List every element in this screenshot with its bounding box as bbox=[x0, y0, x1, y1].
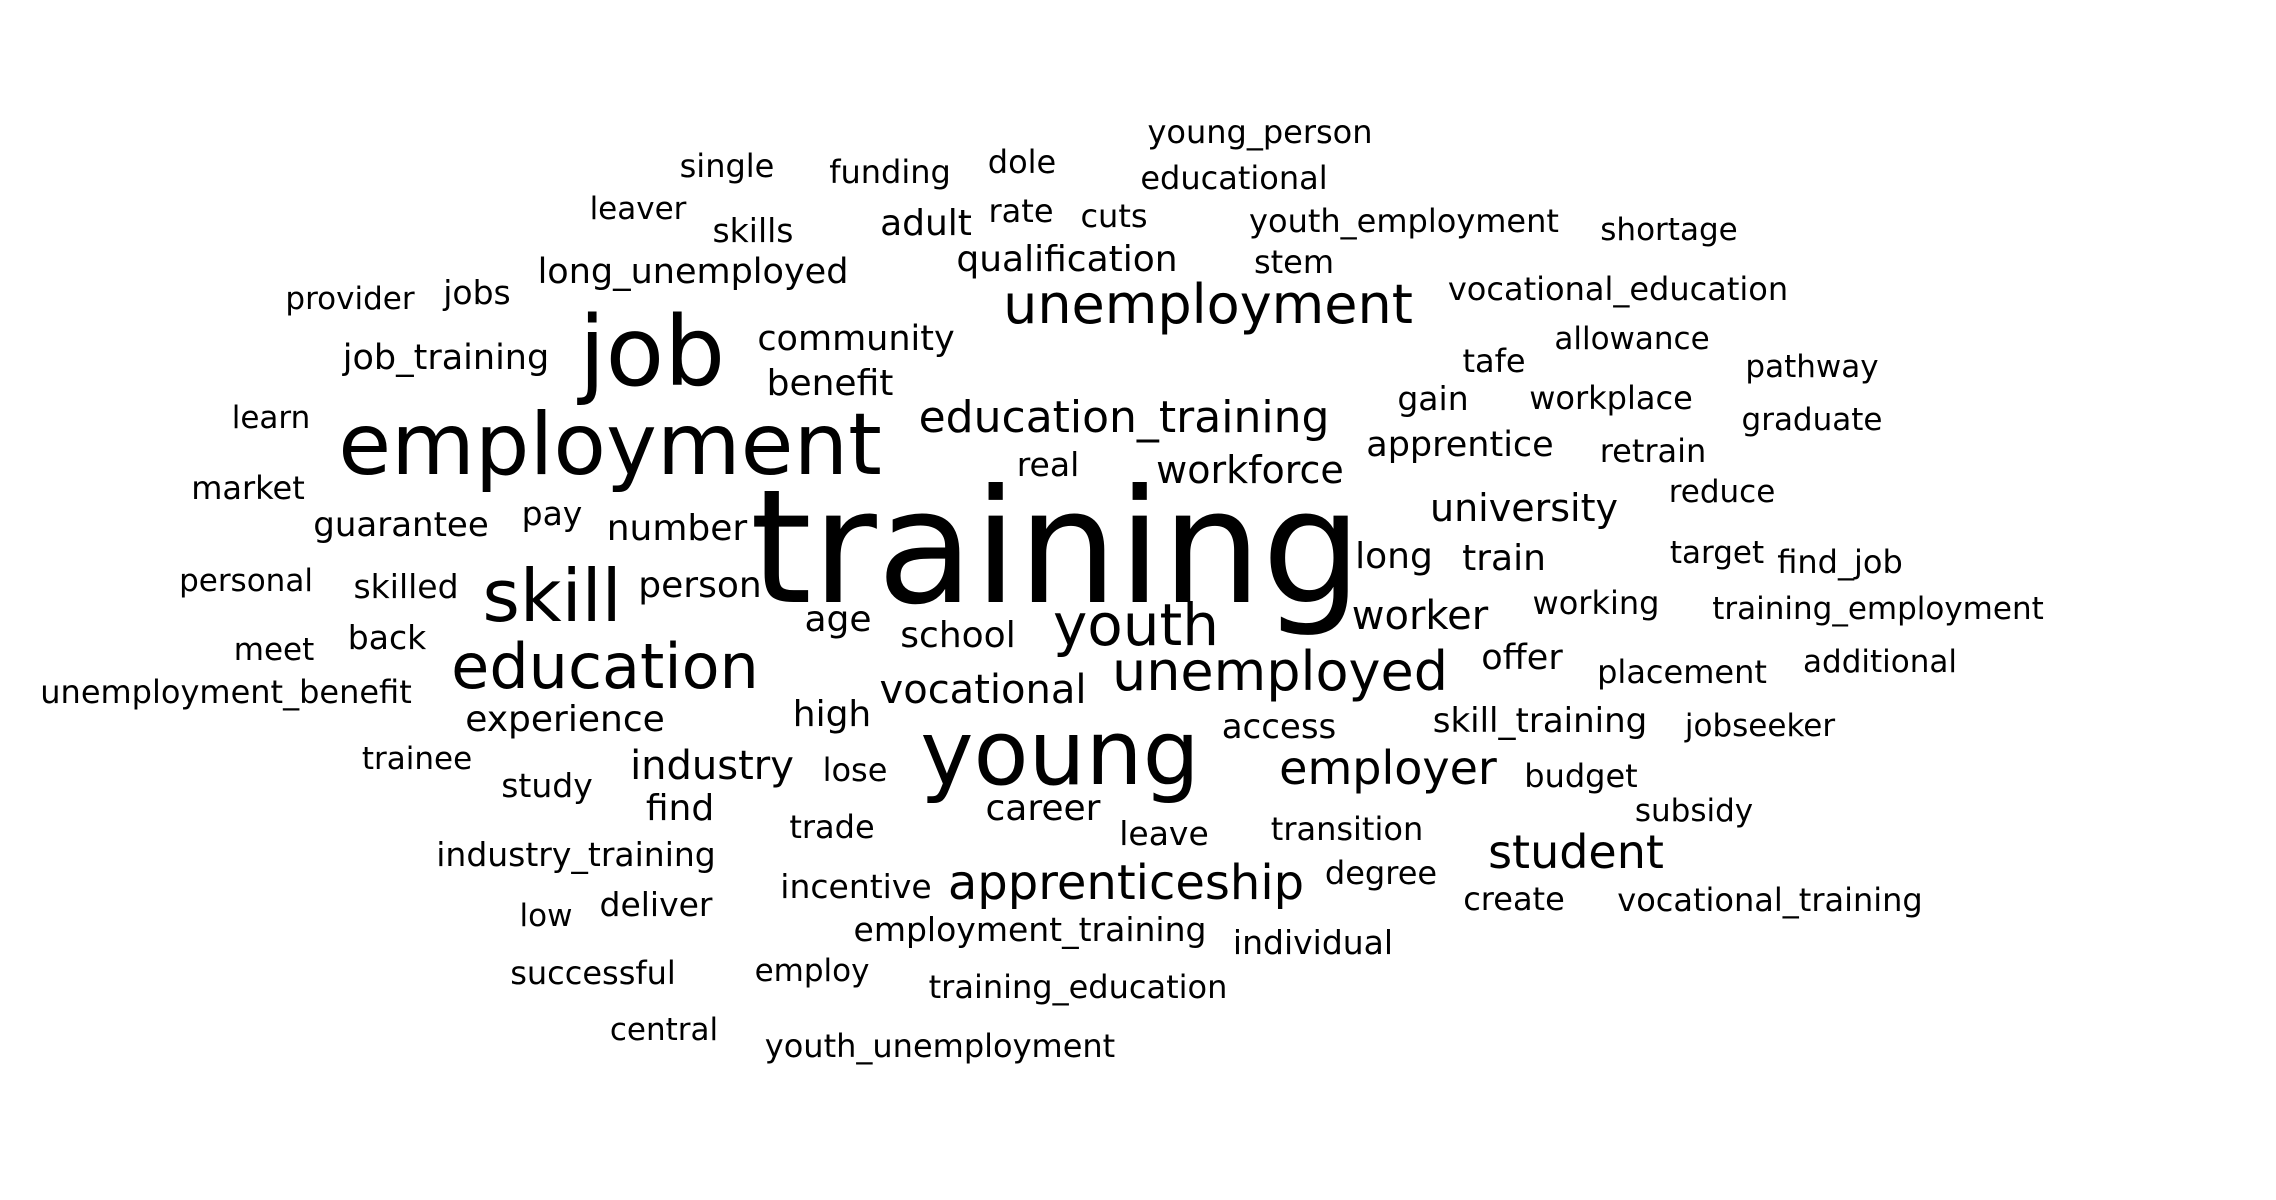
word-working: working bbox=[1532, 584, 1660, 622]
word-educational: educational bbox=[1140, 159, 1328, 197]
word-youth: youth bbox=[1052, 591, 1220, 659]
word-degree: degree bbox=[1324, 854, 1438, 892]
word-young-person: young_person bbox=[1147, 113, 1373, 151]
word-rate: rate bbox=[988, 192, 1054, 230]
word-incentive: incentive bbox=[780, 866, 932, 906]
word-low: low bbox=[519, 897, 573, 934]
word-gain: gain bbox=[1397, 378, 1469, 418]
word-industry-training: industry_training bbox=[436, 834, 716, 874]
word-skill-training: skill_training bbox=[1432, 701, 1648, 741]
word-cuts: cuts bbox=[1080, 197, 1148, 235]
word-employer: employer bbox=[1279, 741, 1497, 795]
word-worker: worker bbox=[1351, 593, 1489, 639]
word-pathway: pathway bbox=[1745, 348, 1879, 385]
word-train: train bbox=[1462, 538, 1546, 579]
word-leave: leave bbox=[1119, 813, 1209, 853]
word-vocational-education: vocational_education bbox=[1447, 270, 1789, 308]
word-back: back bbox=[347, 617, 427, 657]
word-skills: skills bbox=[712, 210, 794, 250]
word-apprentice: apprentice bbox=[1366, 424, 1554, 465]
word-experience: experience bbox=[465, 699, 665, 740]
word-community: community bbox=[757, 318, 955, 359]
word-jobs: jobs bbox=[443, 272, 511, 312]
word-tafe: tafe bbox=[1462, 342, 1526, 380]
word-transition: transition bbox=[1270, 810, 1424, 848]
word-dole: dole bbox=[987, 143, 1057, 181]
word-find: find bbox=[645, 788, 715, 829]
word-trade: trade bbox=[789, 808, 875, 846]
word-allowance: allowance bbox=[1554, 320, 1710, 357]
word-meet: meet bbox=[233, 631, 315, 668]
word-central: central bbox=[609, 1011, 719, 1048]
word-funding: funding bbox=[829, 153, 951, 191]
word-cloud: training employment job young skill education… bbox=[0, 0, 2276, 1200]
word-retrain: retrain bbox=[1599, 432, 1707, 470]
word-education-training: education_training bbox=[918, 392, 1330, 443]
word-access: access bbox=[1221, 707, 1337, 747]
word-trainee: trainee bbox=[361, 740, 473, 777]
word-employment-training: employment_training bbox=[853, 909, 1207, 949]
word-training-education: training_education bbox=[928, 968, 1228, 1006]
word-university: university bbox=[1430, 486, 1618, 530]
word-additional: additional bbox=[1803, 643, 1957, 680]
word-budget: budget bbox=[1524, 757, 1638, 795]
word-provider: provider bbox=[285, 280, 415, 317]
word-pay: pay bbox=[521, 493, 583, 533]
word-subsidy: subsidy bbox=[1634, 792, 1754, 829]
word-workplace: workplace bbox=[1529, 379, 1693, 417]
word-adult: adult bbox=[880, 203, 972, 244]
word-real: real bbox=[1016, 444, 1080, 484]
word-training-employment: training_employment bbox=[1712, 590, 2044, 627]
word-job-training: job_training bbox=[342, 337, 550, 378]
word-employment: employment bbox=[338, 395, 882, 495]
word-benefit: benefit bbox=[766, 363, 894, 404]
word-high: high bbox=[792, 694, 872, 735]
word-study: study bbox=[501, 765, 593, 805]
word-leaver: leaver bbox=[589, 190, 687, 227]
word-graduate: graduate bbox=[1741, 401, 1883, 438]
word-placement: placement bbox=[1597, 653, 1767, 691]
word-jobseeker: jobseeker bbox=[1684, 707, 1836, 744]
word-vocational-training: vocational_training bbox=[1617, 881, 1923, 919]
word-employ: employ bbox=[754, 952, 870, 989]
word-market: market bbox=[191, 469, 305, 507]
word-youth-unemployment: youth_unemployment bbox=[764, 1027, 1116, 1065]
word-job: job bbox=[578, 296, 726, 408]
word-age: age bbox=[804, 599, 872, 640]
word-learn: learn bbox=[231, 399, 311, 436]
word-workforce: workforce bbox=[1156, 448, 1344, 492]
word-lose: lose bbox=[822, 751, 888, 789]
word-number: number bbox=[606, 508, 748, 549]
word-school: school bbox=[900, 615, 1016, 656]
word-personal: personal bbox=[179, 562, 313, 599]
word-create: create bbox=[1463, 880, 1565, 918]
word-long: long bbox=[1355, 536, 1433, 577]
word-skill: skill bbox=[482, 554, 622, 638]
word-unemployment: unemployment bbox=[1003, 273, 1413, 336]
word-individual: individual bbox=[1232, 922, 1394, 962]
word-unemployment-benefit: unemployment_benefit bbox=[40, 673, 412, 711]
word-long-unemployed: long_unemployed bbox=[537, 251, 849, 292]
word-career: career bbox=[985, 788, 1101, 829]
word-vocational: vocational bbox=[879, 667, 1087, 713]
word-shortage: shortage bbox=[1600, 211, 1738, 248]
word-reduce: reduce bbox=[1668, 473, 1776, 510]
word-successful: successful bbox=[510, 954, 676, 992]
word-guarantee: guarantee bbox=[313, 505, 489, 545]
word-young: young bbox=[920, 701, 1200, 806]
word-target: target bbox=[1669, 534, 1765, 571]
word-education: education bbox=[451, 630, 759, 703]
word-deliver: deliver bbox=[599, 884, 713, 924]
word-industry: industry bbox=[630, 743, 794, 789]
word-apprenticeship: apprenticeship bbox=[947, 855, 1305, 911]
word-skilled: skilled bbox=[353, 566, 459, 606]
word-person: person bbox=[638, 565, 762, 606]
word-youth-employment: youth_employment bbox=[1249, 202, 1559, 240]
word-student: student bbox=[1488, 825, 1664, 879]
word-stem: stem bbox=[1253, 243, 1335, 281]
word-find-job: find_job bbox=[1777, 543, 1903, 581]
word-single: single bbox=[679, 147, 775, 185]
word-offer: offer bbox=[1481, 637, 1563, 678]
word-qualification: qualification bbox=[956, 239, 1178, 280]
